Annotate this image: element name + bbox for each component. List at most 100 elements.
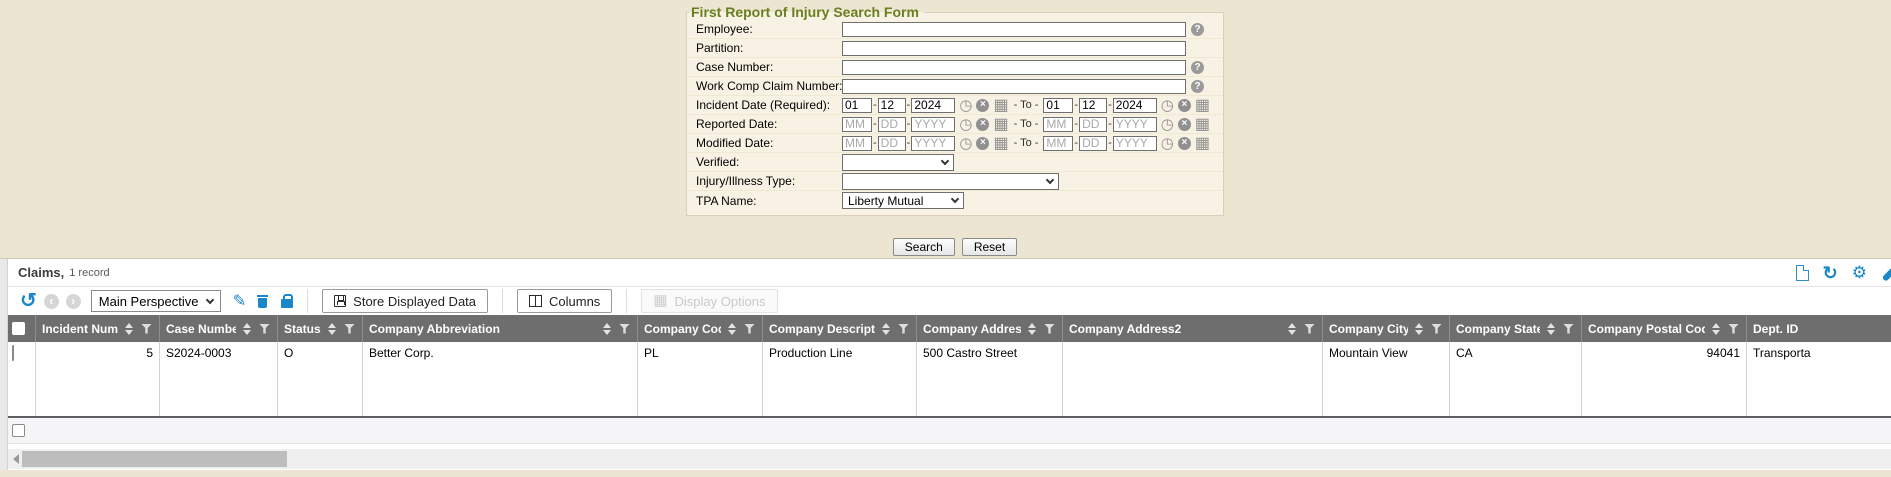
calendar-icon[interactable]: ▦	[1195, 99, 1210, 112]
scrollbar-thumb[interactable]	[22, 451, 287, 467]
column-header-incident-number[interactable]: Incident Number	[36, 315, 160, 342]
modified-to-day-input[interactable]	[1079, 136, 1107, 151]
wrench-icon[interactable]	[1882, 264, 1891, 282]
partition-input[interactable]	[842, 41, 1186, 56]
incident-from-month-input[interactable]	[842, 98, 872, 113]
calendar-icon[interactable]: ▦	[1195, 118, 1210, 131]
help-icon[interactable]: ?	[1191, 23, 1204, 36]
sort-icon[interactable]	[125, 323, 133, 335]
column-header-company-code[interactable]: Company Code	[638, 315, 763, 342]
column-header-company-description[interactable]: Company Description	[763, 315, 917, 342]
store-displayed-data-button[interactable]: Store Displayed Data	[322, 289, 488, 313]
column-header-case-number[interactable]: Case Number	[160, 315, 278, 342]
column-header-company-abbreviation[interactable]: Company Abbreviation	[363, 315, 638, 342]
sort-icon[interactable]	[882, 323, 890, 335]
panel-collapse-rail[interactable]	[0, 259, 8, 470]
search-button[interactable]: Search	[893, 238, 955, 256]
time-picker-icon[interactable]: ◷	[959, 137, 972, 150]
verified-select[interactable]	[842, 154, 954, 171]
sort-icon[interactable]	[603, 323, 611, 335]
columns-button[interactable]: Columns	[517, 289, 612, 313]
calendar-icon[interactable]: ▦	[993, 137, 1008, 150]
clear-date-icon[interactable]: ×	[976, 137, 989, 150]
sort-icon[interactable]	[328, 323, 336, 335]
horizontal-scrollbar[interactable]	[8, 449, 1891, 469]
column-header-company-address1[interactable]: Company Address1	[917, 315, 1063, 342]
time-picker-icon[interactable]: ◷	[959, 99, 972, 112]
calendar-icon[interactable]: ▦	[1195, 137, 1210, 150]
incident-to-month-input[interactable]	[1043, 98, 1073, 113]
sort-icon[interactable]	[1547, 323, 1555, 335]
filter-icon[interactable]	[898, 324, 909, 334]
time-picker-icon[interactable]: ◷	[959, 118, 972, 131]
column-header-status[interactable]: Status	[278, 315, 363, 342]
filter-icon[interactable]	[259, 324, 270, 334]
new-report-icon[interactable]	[1796, 265, 1809, 281]
reported-to-day-input[interactable]	[1079, 117, 1107, 132]
time-picker-icon[interactable]: ◷	[1161, 137, 1174, 150]
reported-from-year-input[interactable]	[911, 117, 955, 132]
modified-from-day-input[interactable]	[878, 136, 906, 151]
incident-from-day-input[interactable]	[878, 98, 906, 113]
delete-perspective-icon[interactable]	[257, 295, 268, 308]
clear-date-icon[interactable]: ×	[1178, 118, 1191, 131]
filter-icon[interactable]	[1728, 324, 1739, 334]
clear-date-icon[interactable]: ×	[1178, 137, 1191, 150]
scroll-left-arrow-icon[interactable]	[13, 454, 19, 464]
help-icon[interactable]: ?	[1191, 61, 1204, 74]
modified-from-year-input[interactable]	[911, 136, 955, 151]
work-comp-input[interactable]	[842, 79, 1186, 94]
filter-icon[interactable]	[1563, 324, 1574, 334]
time-picker-icon[interactable]: ◷	[1161, 99, 1174, 112]
column-header-dept-id[interactable]: Dept. ID	[1747, 315, 1891, 342]
modified-from-month-input[interactable]	[842, 136, 872, 151]
row-checkbox[interactable]	[12, 345, 14, 361]
clear-date-icon[interactable]: ×	[1178, 99, 1191, 112]
incident-to-year-input[interactable]	[1113, 98, 1157, 113]
edit-perspective-icon[interactable]: ✎	[233, 291, 246, 311]
filter-icon[interactable]	[1304, 324, 1315, 334]
sort-icon[interactable]	[243, 323, 251, 335]
reported-to-year-input[interactable]	[1113, 117, 1157, 132]
column-header-company-postal-code[interactable]: Company Postal Code	[1582, 315, 1747, 342]
column-header-company-state[interactable]: Company State	[1450, 315, 1582, 342]
sort-icon[interactable]	[1415, 323, 1423, 335]
sort-icon[interactable]	[1028, 323, 1036, 335]
reset-button[interactable]: Reset	[962, 238, 1017, 256]
clear-date-icon[interactable]: ×	[976, 99, 989, 112]
column-header-company-city[interactable]: Company City	[1323, 315, 1450, 342]
clear-date-icon[interactable]: ×	[976, 118, 989, 131]
lock-icon[interactable]	[281, 299, 293, 308]
filter-icon[interactable]	[344, 324, 355, 334]
tpa-name-select[interactable]: Liberty Mutual	[842, 192, 964, 209]
calendar-icon[interactable]: ▦	[993, 118, 1008, 131]
reset-perspective-icon[interactable]: ↺	[20, 291, 37, 311]
perspective-select[interactable]: Main Perspective	[91, 290, 221, 312]
footer-checkbox[interactable]	[12, 424, 25, 437]
sort-icon[interactable]	[1288, 323, 1296, 335]
refresh-icon[interactable]: ↻	[1823, 265, 1838, 281]
calendar-icon[interactable]: ▦	[993, 99, 1008, 112]
incident-from-year-input[interactable]	[911, 98, 955, 113]
reported-from-day-input[interactable]	[878, 117, 906, 132]
sort-icon[interactable]	[728, 323, 736, 335]
help-icon[interactable]: ?	[1191, 80, 1204, 93]
reported-from-month-input[interactable]	[842, 117, 872, 132]
gear-icon[interactable]: ⚙	[1852, 264, 1867, 281]
filter-icon[interactable]	[141, 324, 152, 334]
incident-to-day-input[interactable]	[1079, 98, 1107, 113]
filter-icon[interactable]	[744, 324, 755, 334]
filter-icon[interactable]	[619, 324, 630, 334]
filter-icon[interactable]	[1431, 324, 1442, 334]
time-picker-icon[interactable]: ◷	[1161, 118, 1174, 131]
sort-icon[interactable]	[1712, 323, 1720, 335]
modified-to-year-input[interactable]	[1113, 136, 1157, 151]
reported-to-month-input[interactable]	[1043, 117, 1073, 132]
table-row[interactable]: 5S2024-0003OBetter Corp.PLProduction Lin…	[8, 342, 1891, 416]
employee-input[interactable]	[842, 22, 1186, 37]
modified-to-month-input[interactable]	[1043, 136, 1073, 151]
column-header-company-address2[interactable]: Company Address2	[1063, 315, 1323, 342]
case-number-input[interactable]	[842, 60, 1186, 75]
filter-icon[interactable]	[1044, 324, 1055, 334]
select-all-checkbox[interactable]	[12, 322, 25, 335]
